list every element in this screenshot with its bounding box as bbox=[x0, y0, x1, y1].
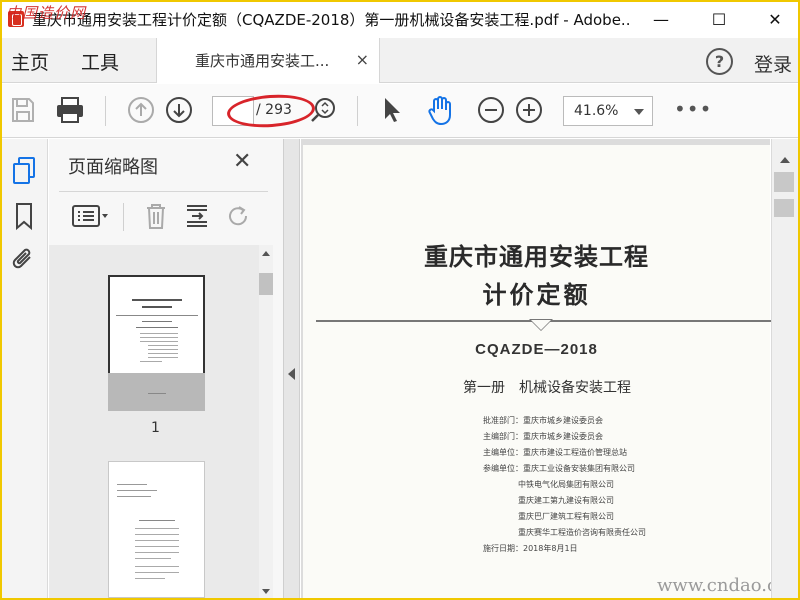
thumbnail-page-number: 1 bbox=[151, 420, 160, 436]
thumb-line bbox=[139, 520, 175, 521]
hand-tool-icon[interactable] bbox=[426, 95, 456, 127]
thumb-line bbox=[148, 393, 166, 394]
thumbnail-options-icon[interactable] bbox=[71, 201, 111, 231]
thumb-line bbox=[117, 490, 157, 491]
document-scroll-track-segment[interactable] bbox=[774, 199, 794, 217]
thumbnail-panel: 页面缩略图 ✕ 1 bbox=[49, 139, 284, 598]
extract-pages-icon[interactable] bbox=[183, 201, 211, 231]
document-scrollbar[interactable] bbox=[771, 139, 798, 598]
previous-page-icon[interactable] bbox=[126, 95, 156, 125]
home-menu[interactable]: 主页 bbox=[11, 48, 49, 75]
thumb-line bbox=[117, 484, 147, 485]
thumb-line bbox=[142, 306, 172, 308]
tools-menu[interactable]: 工具 bbox=[81, 48, 119, 75]
thumb-line bbox=[135, 534, 179, 535]
approval-line: 重庆巴厂建筑工程有限公司 bbox=[518, 512, 614, 521]
delete-page-icon[interactable] bbox=[142, 201, 170, 231]
zoom-level-value: 41.6% bbox=[574, 103, 619, 119]
effective-date-line: 施行日期：2018年8月1日 bbox=[483, 544, 578, 553]
thumb-line bbox=[117, 496, 151, 497]
zoom-out-icon[interactable] bbox=[476, 95, 506, 125]
page-thumbnail-2[interactable] bbox=[108, 461, 205, 598]
panel-toolbar-divider bbox=[123, 203, 124, 231]
toolbar-divider bbox=[105, 96, 106, 126]
scroll-up-arrow-icon[interactable] bbox=[262, 251, 270, 256]
attachment-icon[interactable] bbox=[10, 245, 38, 275]
scroll-down-arrow-icon[interactable] bbox=[262, 589, 270, 594]
thumbnail-scroll-thumb[interactable] bbox=[259, 273, 273, 295]
thumb-line bbox=[135, 558, 171, 559]
rotate-page-icon[interactable] bbox=[225, 201, 253, 231]
title-bar: 重庆市通用安装工程计价定额（CQAZDE-2018）第一册机械设备安装工程.pd… bbox=[2, 2, 798, 36]
collapse-arrow-icon[interactable] bbox=[288, 368, 295, 380]
thumb-line bbox=[135, 528, 179, 529]
minimize-button[interactable]: — bbox=[638, 2, 684, 36]
panel-title: 页面缩略图 bbox=[68, 157, 158, 178]
thumb-line bbox=[135, 566, 179, 567]
thumb-line bbox=[142, 321, 172, 322]
zoom-in-icon[interactable] bbox=[514, 95, 544, 125]
bookmark-icon[interactable] bbox=[10, 201, 38, 231]
panel-close-button[interactable]: ✕ bbox=[233, 149, 251, 174]
window-title: 重庆市通用安装工程计价定额（CQAZDE-2018）第一册机械设备安装工程.pd… bbox=[32, 10, 632, 29]
thumb-line bbox=[135, 572, 179, 573]
tab-label: 重庆市通用安装工... bbox=[195, 52, 330, 70]
toolbar-divider bbox=[357, 96, 358, 126]
approval-line: 中铁电气化局集团有限公司 bbox=[518, 480, 614, 489]
approval-line: 重庆赛华工程造价咨询有限责任公司 bbox=[518, 528, 646, 537]
thumbnail-footer-band bbox=[108, 373, 205, 411]
chevron-down-icon bbox=[634, 109, 644, 115]
document-scroll-thumb[interactable] bbox=[774, 172, 794, 192]
thumb-line bbox=[116, 315, 198, 316]
document-view[interactable]: 重庆市通用安装工程 计价定额 CQAZDE—2018 第一册 机械设备安装工程 … bbox=[301, 139, 800, 598]
navigation-rail bbox=[2, 139, 48, 598]
thumb-line bbox=[148, 357, 178, 358]
thumb-line bbox=[148, 349, 178, 350]
tab-close-button[interactable]: × bbox=[356, 50, 369, 69]
menu-row: 主页 工具 重庆市通用安装工... × ? 登录 bbox=[2, 38, 798, 83]
select-tool-icon[interactable] bbox=[380, 95, 404, 125]
thumb-line bbox=[132, 299, 182, 301]
thumb-line bbox=[135, 540, 179, 541]
document-title-line1: 重庆市通用安装工程 bbox=[424, 242, 649, 271]
thumb-line bbox=[140, 341, 178, 342]
close-window-button[interactable]: ✕ bbox=[752, 2, 798, 36]
thumb-line bbox=[140, 333, 178, 334]
login-button[interactable]: 登录 bbox=[754, 50, 792, 77]
print-icon[interactable] bbox=[54, 95, 86, 125]
approval-line: 重庆建工第九建设有限公司 bbox=[518, 496, 614, 505]
document-title-line2: 计价定额 bbox=[482, 280, 591, 309]
thumb-line bbox=[140, 337, 178, 338]
panel-collapse-handle[interactable] bbox=[284, 139, 300, 598]
toolbar: / 293 41.6% ••• bbox=[2, 84, 798, 138]
document-page: 重庆市通用安装工程 计价定额 CQAZDE—2018 第一册 机械设备安装工程 … bbox=[303, 145, 800, 598]
page-thumbnails-icon[interactable] bbox=[10, 155, 38, 187]
document-code: CQAZDE—2018 bbox=[475, 341, 598, 358]
panel-divider bbox=[59, 191, 268, 192]
scroll-up-arrow-icon[interactable] bbox=[780, 157, 790, 163]
watermark-logo: 中国造价网 bbox=[6, 4, 87, 22]
next-page-icon[interactable] bbox=[164, 95, 194, 125]
approval-line: 批准部门：重庆市城乡建设委员会 bbox=[483, 416, 603, 425]
more-tools-icon[interactable]: ••• bbox=[674, 97, 712, 121]
document-rule-notch-inner bbox=[531, 320, 551, 330]
approval-line: 主编单位：重庆市建设工程造价管理总站 bbox=[483, 448, 627, 457]
save-icon[interactable] bbox=[10, 95, 36, 125]
help-icon[interactable]: ? bbox=[706, 48, 733, 75]
document-volume: 第一册 机械设备安装工程 bbox=[463, 380, 631, 396]
thumb-line bbox=[135, 578, 165, 579]
document-tab[interactable]: 重庆市通用安装工... × bbox=[156, 38, 380, 83]
thumbnail-scrollbar[interactable] bbox=[259, 245, 273, 598]
thumb-line bbox=[148, 345, 178, 346]
maximize-button[interactable]: ☐ bbox=[696, 2, 742, 36]
thumb-line bbox=[148, 353, 178, 354]
thumb-line bbox=[135, 552, 179, 553]
thumb-line bbox=[136, 327, 178, 328]
thumb-line bbox=[140, 361, 162, 362]
approval-line: 参编单位：重庆工业设备安装集团有限公司 bbox=[483, 464, 635, 473]
approval-line: 主编部门：重庆市城乡建设委员会 bbox=[483, 432, 603, 441]
zoom-level-dropdown[interactable]: 41.6% bbox=[563, 96, 653, 126]
thumb-line bbox=[135, 546, 179, 547]
